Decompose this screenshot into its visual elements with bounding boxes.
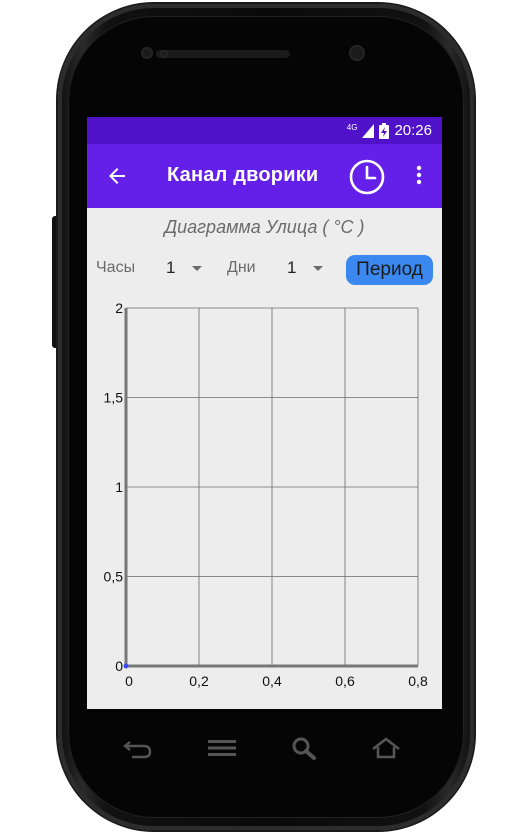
days-value: 1 xyxy=(287,258,297,277)
earpiece-speaker xyxy=(156,50,290,58)
search-icon[interactable] xyxy=(291,736,317,760)
home-icon[interactable] xyxy=(370,737,402,759)
x-tick-label: 0 xyxy=(125,673,133,689)
chart-title: Диаграмма Улица ( °C ) xyxy=(164,217,365,237)
hours-value: 1 xyxy=(166,258,176,277)
days-label: Дни xyxy=(227,259,256,276)
y-tick-label: 1 xyxy=(115,479,123,495)
screen: 4G 20:26 Канал дворики Диаграмма Улица (… xyxy=(87,117,442,709)
y-tick-label: 1,5 xyxy=(104,390,124,406)
dropdown-arrow-icon xyxy=(192,266,202,271)
app-bar: Канал дворики xyxy=(87,144,442,208)
x-tick-label: 0,6 xyxy=(335,673,355,689)
page-title: Канал дворики xyxy=(167,164,319,186)
y-tick-label: 0 xyxy=(115,658,123,674)
sensor-dot xyxy=(160,50,168,58)
chart-area: 0 0,2 0,4 0,6 0,8 0 0,5 1 1,5 2 xyxy=(87,300,442,700)
battery-charging-icon xyxy=(379,122,390,139)
x-tick-label: 0,4 xyxy=(262,673,282,689)
network-type: 4G xyxy=(346,123,358,132)
period-button[interactable]: Период xyxy=(346,255,433,285)
more-vert-icon[interactable] xyxy=(407,163,431,187)
x-tick-label: 0,2 xyxy=(189,673,209,689)
menu-icon[interactable] xyxy=(206,739,238,757)
clock-icon[interactable] xyxy=(349,159,385,195)
y-tick-label: 0,5 xyxy=(104,569,124,585)
status-bar: 4G 20:26 xyxy=(87,117,442,144)
dropdown-arrow-icon xyxy=(313,266,323,271)
hours-dropdown[interactable]: 1 xyxy=(162,255,207,285)
signal-icon xyxy=(362,123,375,138)
sensor-dot xyxy=(141,47,153,59)
x-tick-label: 0,8 xyxy=(408,673,428,689)
filter-controls: Часы 1 Дни 1 Период xyxy=(87,255,442,285)
hours-label: Часы xyxy=(96,259,136,276)
data-point xyxy=(123,663,129,669)
arrow-left-icon[interactable] xyxy=(105,164,129,188)
line-chart: 0 0,2 0,4 0,6 0,8 0 0,5 1 1,5 2 xyxy=(104,300,428,689)
y-tick-label: 2 xyxy=(115,300,123,316)
front-camera xyxy=(349,45,365,61)
back-icon[interactable] xyxy=(122,738,154,760)
status-time: 20:26 xyxy=(394,122,432,139)
days-dropdown[interactable]: 1 xyxy=(283,255,328,285)
